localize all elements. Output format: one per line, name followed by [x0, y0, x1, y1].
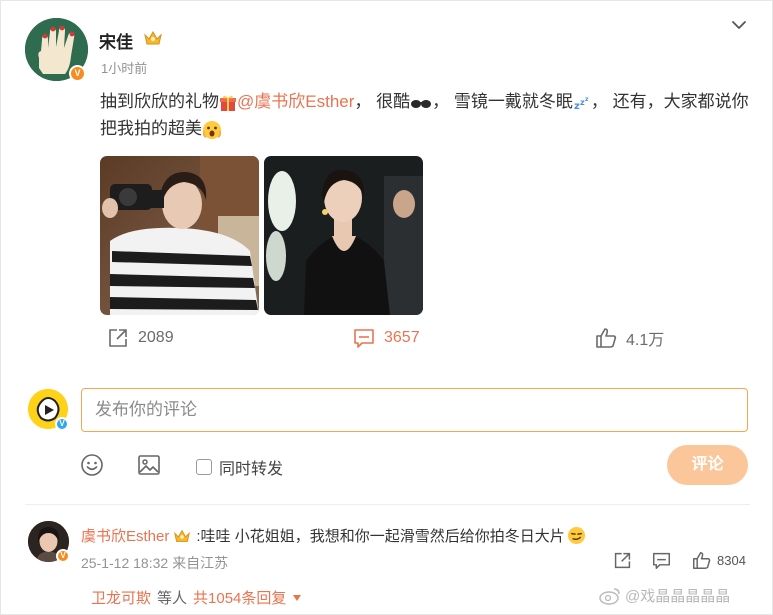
weibo-post-card: V 宋佳 1小时前 抽到欣欣的礼物 @虞书欣Esther， 很酷 ， 雪镜一戴就冬眠… — [0, 0, 773, 615]
watermark: @戏晶晶晶晶晶 — [599, 585, 730, 606]
smirk-face-icon — [567, 526, 585, 545]
chevron-down-icon[interactable] — [729, 15, 749, 35]
verified-badge-icon: V — [56, 549, 70, 563]
repost-checkbox-label: 同时转发 — [219, 461, 284, 478]
repost-checkbox[interactable]: 同时转发 — [196, 455, 283, 479]
gift-icon — [220, 95, 236, 111]
crown-icon — [144, 30, 162, 45]
comment-like-count: 8304 — [717, 553, 746, 568]
post-photo-1[interactable] — [100, 156, 259, 315]
thumbs-up-icon — [596, 328, 617, 348]
divider — [25, 504, 750, 505]
replies-expander[interactable]: 卫龙可欺 等人 共1054条回复 — [91, 587, 302, 608]
checkbox-box[interactable] — [196, 459, 212, 475]
author-name[interactable]: 宋佳 — [99, 28, 133, 53]
crown-icon — [174, 529, 191, 542]
comment-like-button[interactable]: 8304 — [692, 551, 746, 570]
weibo-logo-icon — [599, 587, 620, 605]
submit-comment-button[interactable]: 评论 — [667, 445, 748, 485]
sleeping-zzz-icon: zzz — [574, 96, 589, 111]
reply-user[interactable]: 卫龙可欺 — [91, 587, 151, 608]
verified-badge-icon: V — [69, 65, 86, 82]
comment-icon[interactable] — [652, 551, 671, 570]
comment-meta: 25-1-12 18:32 来自江苏 — [81, 555, 229, 571]
post-text-part: 抽到欣欣的礼物 — [100, 92, 219, 111]
emoji-icon[interactable] — [80, 453, 104, 477]
post-photo-2[interactable] — [264, 156, 423, 315]
commenter-name[interactable]: 虞书欣Esther — [81, 525, 169, 546]
comment-input[interactable] — [81, 388, 748, 432]
thumbs-up-icon — [692, 551, 711, 570]
post-text-part: ， 雪镜一戴就冬眠 — [432, 92, 573, 111]
mention-link[interactable]: @虞书欣Esther — [237, 92, 354, 111]
like-button[interactable]: 4.1万 — [595, 327, 664, 349]
like-count: 4.1万 — [626, 332, 665, 349]
repost-button[interactable]: 2089 — [107, 327, 174, 349]
post-time[interactable]: 1小时前 — [101, 58, 147, 77]
share-icon — [109, 329, 127, 347]
comment-text: :哇哇 小花姐姐，我想和你一起滑雪然后给你拍冬日大片 — [196, 528, 565, 545]
caret-down-icon — [293, 594, 302, 601]
reply-total[interactable]: 共1054条回复 — [193, 587, 286, 608]
post-text-part: ， 很酷 — [354, 92, 411, 111]
comment-content: 虞书欣Esther :哇哇 小花姐姐，我想和你一起滑雪然后给你拍冬日大片 — [81, 525, 586, 546]
share-icon[interactable] — [613, 551, 632, 570]
sunglasses-icon — [411, 99, 432, 108]
repost-count: 2089 — [138, 329, 174, 346]
verified-badge-icon: V — [55, 417, 69, 431]
image-icon[interactable] — [137, 453, 161, 477]
comment-count: 3657 — [384, 329, 420, 346]
surprised-face-icon — [203, 120, 221, 139]
post-text: 抽到欣欣的礼物 @虞书欣Esther， 很酷， 雪镜一戴就冬眠 z z z， 还有，大家… — [100, 88, 750, 142]
comment-icon — [354, 329, 374, 348]
reply-mid-text: 等人 — [157, 590, 188, 607]
comment-button[interactable]: 3657 — [353, 327, 420, 349]
watermark-text: @戏晶晶晶晶晶 — [625, 588, 731, 605]
svg-text:z: z — [585, 96, 589, 103]
